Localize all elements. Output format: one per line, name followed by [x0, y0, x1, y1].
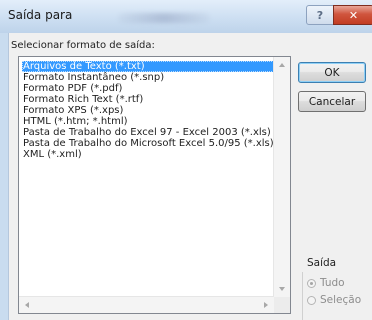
blurred-title-fragment — [118, 13, 210, 23]
scroll-left-icon[interactable] — [25, 302, 29, 308]
radio-checked-icon[interactable] — [307, 278, 316, 288]
format-list-label: Selecionar formato de saída: — [11, 40, 155, 51]
horizontal-scrollbar[interactable] — [19, 296, 274, 313]
ok-button[interactable]: OK — [298, 62, 366, 83]
cancel-button-label: Cancelar — [308, 95, 356, 108]
list-item[interactable]: HTML (*.htm; *.html) — [22, 116, 129, 127]
window-title: Saída para — [8, 8, 73, 22]
cancel-button[interactable]: Cancelar — [298, 91, 366, 112]
radio-all[interactable]: Tudo — [307, 276, 345, 290]
radio-unchecked-icon[interactable] — [307, 295, 316, 305]
scroll-right-icon[interactable] — [264, 302, 268, 308]
vertical-scrollbar[interactable] — [273, 57, 290, 297]
scroll-down-icon[interactable] — [279, 287, 285, 291]
list-item[interactable]: Formato XPS (*.xps) — [22, 105, 124, 116]
output-group-label: Saída — [307, 257, 337, 269]
list-item[interactable]: Arquivos de Texto (*.txt) — [22, 61, 274, 72]
list-item[interactable]: XML (*.xml) — [22, 149, 83, 160]
list-item[interactable]: Pasta de Trabalho do Excel 97 - Excel 20… — [22, 127, 272, 138]
radio-selection-label: Seleção — [320, 294, 362, 306]
list-item[interactable]: Formato Instantâneo (*.snp) — [22, 72, 165, 83]
list-item[interactable]: Pasta de Trabalho do Microsoft Excel 5.0… — [22, 138, 275, 149]
list-item[interactable]: Formato Rich Text (*.rtf) — [22, 94, 144, 105]
radio-all-label: Tudo — [320, 277, 345, 289]
ok-button-label: OK — [324, 66, 340, 79]
help-icon: ? — [316, 8, 324, 22]
scroll-up-icon[interactable] — [279, 63, 285, 67]
radio-selection[interactable]: Seleção — [307, 293, 361, 307]
scrollbar-corner — [274, 297, 290, 313]
close-button[interactable]: ✕ — [333, 5, 372, 25]
close-icon: ✕ — [348, 8, 359, 22]
format-listbox[interactable]: Arquivos de Texto (*.txt) Formato Instan… — [18, 56, 291, 314]
title-bar[interactable]: Saída para ? ✕ — [0, 0, 372, 33]
list-item[interactable]: Formato PDF (*.pdf) — [22, 83, 123, 94]
help-button[interactable]: ? — [306, 5, 334, 25]
